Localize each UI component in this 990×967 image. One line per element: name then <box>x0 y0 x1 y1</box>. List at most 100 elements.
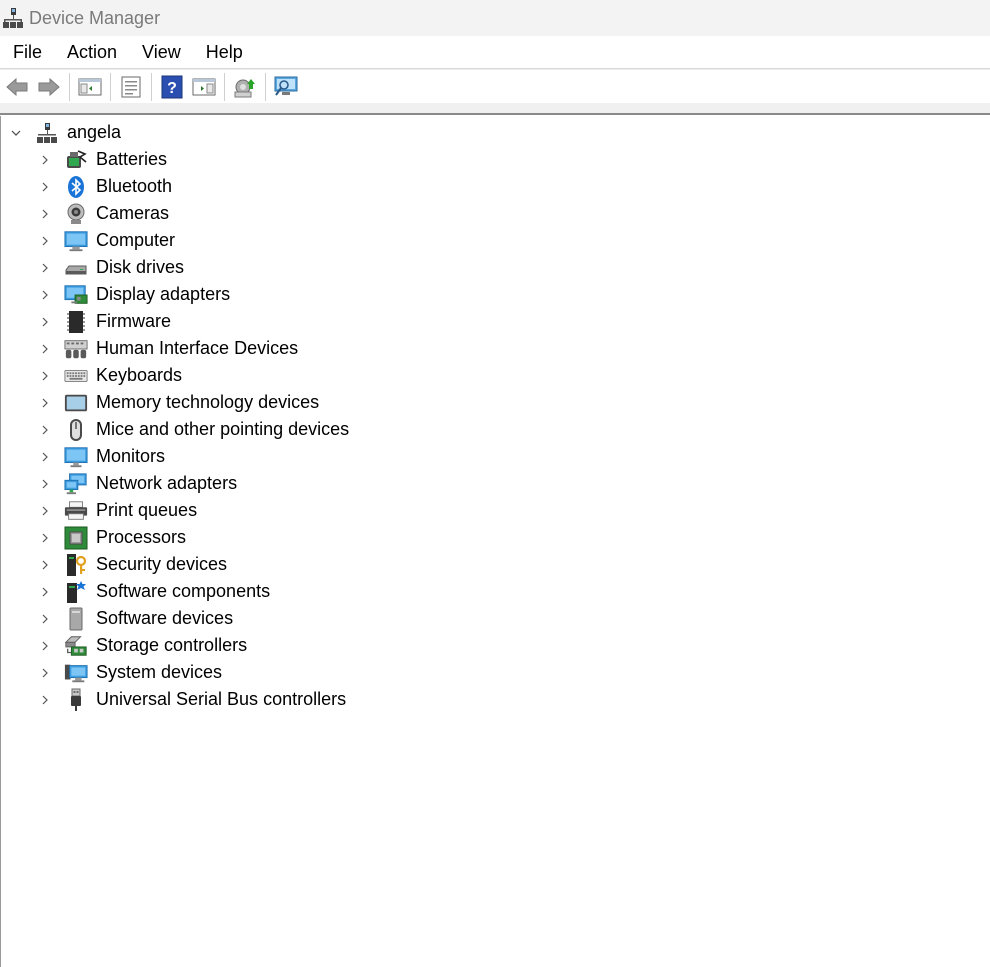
tree-item-software-devices[interactable]: Software devices <box>38 605 233 632</box>
chevron-right-icon[interactable] <box>38 477 52 491</box>
tree-item-computer[interactable]: Computer <box>38 227 175 254</box>
computer-network-icon <box>35 121 59 145</box>
security-device-icon <box>64 553 88 577</box>
tree-item-label: Memory technology devices <box>96 392 320 412</box>
tree-item-label: Display adapters <box>96 284 231 304</box>
chevron-right-icon[interactable] <box>38 342 52 356</box>
action-pane-icon[interactable] <box>191 74 217 100</box>
chevron-right-icon[interactable] <box>38 585 52 599</box>
menu-help[interactable]: Help <box>194 42 255 63</box>
camera-icon <box>64 202 88 226</box>
toolbar-separator <box>224 73 225 101</box>
chevron-right-icon[interactable] <box>38 207 52 221</box>
toolbar: ? <box>0 69 990 104</box>
tree-item-display-adapters[interactable]: Display adapters <box>38 281 230 308</box>
tree-item-cameras[interactable]: Cameras <box>38 200 169 227</box>
tree-item-monitors[interactable]: Monitors <box>38 443 165 470</box>
window-title: Device Manager <box>29 7 161 28</box>
device-manager-app-icon <box>3 7 23 29</box>
toolbar-separator <box>110 73 111 101</box>
chevron-right-icon[interactable] <box>38 261 52 275</box>
tree-item-label: Monitors <box>96 446 166 466</box>
forward-icon[interactable] <box>36 74 62 100</box>
usb-icon <box>64 688 88 712</box>
title-bar: Device Manager <box>0 0 990 36</box>
tree-item-human-interface-devices[interactable]: Human Interface Devices <box>38 335 298 362</box>
chevron-right-icon[interactable] <box>38 639 52 653</box>
tree-item-label: Print queues <box>96 500 198 520</box>
tree-item-label: Cameras <box>96 203 170 223</box>
chevron-right-icon[interactable] <box>38 450 52 464</box>
tree-item-label: Human Interface Devices <box>96 338 299 358</box>
computer-icon <box>64 229 88 253</box>
menu-file[interactable]: File <box>0 42 54 63</box>
network-adapter-icon <box>64 472 88 496</box>
show-hide-console-tree-icon[interactable] <box>77 74 103 100</box>
scan-hardware-icon[interactable] <box>273 74 299 100</box>
tree-item-label: Batteries <box>96 149 168 169</box>
tree-item-disk-drives[interactable]: Disk drives <box>38 254 184 281</box>
chevron-right-icon[interactable] <box>38 558 52 572</box>
chevron-right-icon[interactable] <box>38 234 52 248</box>
chevron-right-icon[interactable] <box>38 369 52 383</box>
svg-text:?: ? <box>167 80 177 97</box>
chevron-right-icon[interactable] <box>38 315 52 329</box>
tree-item-label: Firmware <box>96 311 171 331</box>
menu-action[interactable]: Action <box>55 42 129 63</box>
tree-item-storage-controllers[interactable]: Storage controllers <box>38 632 247 659</box>
chevron-right-icon[interactable] <box>38 396 52 410</box>
menu-bar: File Action View Help <box>0 36 990 69</box>
chevron-right-icon[interactable] <box>38 504 52 518</box>
tree-item-network-adapters[interactable]: Network adapters <box>38 470 237 497</box>
tree-item-mice[interactable]: Mice and other pointing devices <box>38 416 349 443</box>
chevron-right-icon[interactable] <box>38 288 52 302</box>
tree-item-batteries[interactable]: Batteries <box>38 146 167 173</box>
memory-icon <box>64 391 88 415</box>
tree-item-keyboards[interactable]: Keyboards <box>38 362 182 389</box>
tree-item-security-devices[interactable]: Security devices <box>38 551 227 578</box>
device-tree[interactable]: angela Batteries Bluetooth Cameras Compu… <box>0 116 990 967</box>
software-component-icon <box>64 580 88 604</box>
firmware-icon <box>64 310 88 334</box>
tree-item-system-devices[interactable]: System devices <box>38 659 222 686</box>
properties-icon[interactable] <box>118 74 144 100</box>
menu-view[interactable]: View <box>130 42 193 63</box>
disk-drive-icon <box>64 256 88 280</box>
tree-item-bluetooth[interactable]: Bluetooth <box>38 173 172 200</box>
tree-item-label: System devices <box>96 662 223 682</box>
chevron-down-icon[interactable] <box>9 126 23 140</box>
tree-item-label: Universal Serial Bus controllers <box>96 689 347 709</box>
display-adapter-icon <box>64 283 88 307</box>
chevron-right-icon[interactable] <box>38 612 52 626</box>
toolbar-separator <box>265 73 266 101</box>
chevron-right-icon[interactable] <box>38 693 52 707</box>
tree-item-label: Software devices <box>96 608 234 628</box>
tree-item-memory-technology-devices[interactable]: Memory technology devices <box>38 389 319 416</box>
tree-item-print-queues[interactable]: Print queues <box>38 497 197 524</box>
tree-item-processors[interactable]: Processors <box>38 524 186 551</box>
update-driver-icon[interactable] <box>232 74 258 100</box>
chevron-right-icon[interactable] <box>38 666 52 680</box>
tree-root[interactable]: angela <box>9 119 121 146</box>
tree-item-software-components[interactable]: Software components <box>38 578 270 605</box>
tree-item-label: Storage controllers <box>96 635 248 655</box>
chevron-right-icon[interactable] <box>38 153 52 167</box>
tree-item-firmware[interactable]: Firmware <box>38 308 171 335</box>
tree-item-label: Mice and other pointing devices <box>96 419 350 439</box>
chevron-right-icon[interactable] <box>38 180 52 194</box>
printer-icon <box>64 499 88 523</box>
help-icon[interactable]: ? <box>159 74 185 100</box>
toolbar-strip <box>0 103 990 115</box>
processor-icon <box>64 526 88 550</box>
tree-item-label: Keyboards <box>96 365 183 385</box>
monitor-icon <box>64 445 88 469</box>
tree-item-label: Software components <box>96 581 271 601</box>
tree-item-usb-controllers[interactable]: Universal Serial Bus controllers <box>38 686 346 713</box>
keyboard-icon <box>64 364 88 388</box>
tree-item-label: Network adapters <box>96 473 238 493</box>
tree-item-label: Bluetooth <box>96 176 173 196</box>
chevron-right-icon[interactable] <box>38 423 52 437</box>
chevron-right-icon[interactable] <box>38 531 52 545</box>
back-icon[interactable] <box>4 74 30 100</box>
storage-controller-icon <box>64 634 88 658</box>
